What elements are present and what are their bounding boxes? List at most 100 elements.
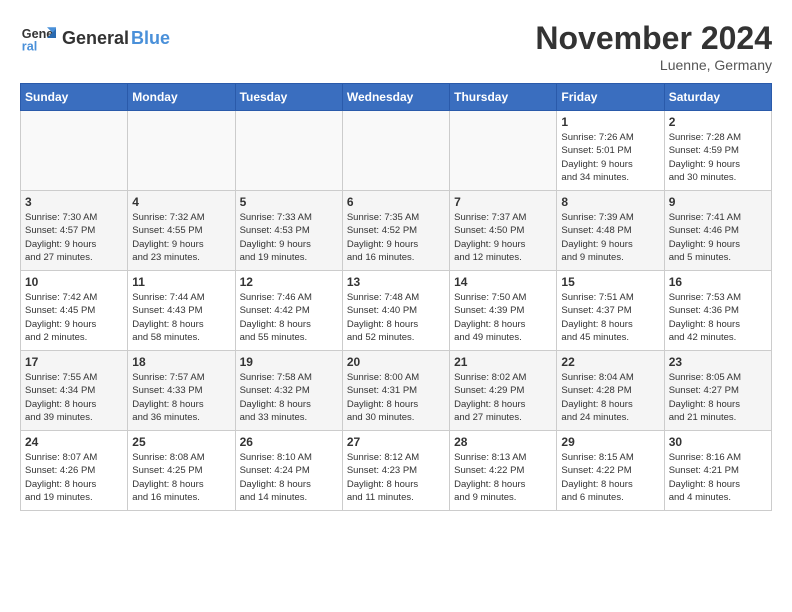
- day-info: Sunrise: 8:15 AM Sunset: 4:22 PM Dayligh…: [561, 451, 659, 504]
- calendar-week-row: 1 Sunrise: 7:26 AM Sunset: 5:01 PM Daylig…: [21, 111, 772, 191]
- calendar-day-cell: 4 Sunrise: 7:32 AM Sunset: 4:55 PM Daylig…: [128, 191, 235, 271]
- day-info: Sunrise: 7:48 AM Sunset: 4:40 PM Dayligh…: [347, 291, 445, 344]
- calendar-day-cell: 3Sunrise: 7:30 AM Sunset: 4:57 PM Daylig…: [21, 191, 128, 271]
- day-info: Sunrise: 8:00 AM Sunset: 4:31 PM Dayligh…: [347, 371, 445, 424]
- day-number: 12: [240, 275, 338, 289]
- day-number: 27: [347, 435, 445, 449]
- logo-icon: Gene ral: [20, 20, 56, 56]
- day-number: 23: [669, 355, 767, 369]
- day-number: 6: [347, 195, 445, 209]
- calendar-day-cell: 29 Sunrise: 8:15 AM Sunset: 4:22 PM Dayli…: [557, 431, 664, 511]
- day-info: Sunrise: 8:08 AM Sunset: 4:25 PM Dayligh…: [132, 451, 230, 504]
- title-block: November 2024 Luenne, Germany: [535, 20, 772, 73]
- day-number: 25: [132, 435, 230, 449]
- day-number: 11: [132, 275, 230, 289]
- calendar-header-cell: Thursday: [450, 84, 557, 111]
- calendar-day-cell: 23 Sunrise: 8:05 AM Sunset: 4:27 PM Dayli…: [664, 351, 771, 431]
- calendar-week-row: 17 Sunrise: 7:55 AM Sunset: 4:34 PM Dayli…: [21, 351, 772, 431]
- day-info: Sunrise: 7:58 AM Sunset: 4:32 PM Dayligh…: [240, 371, 338, 424]
- calendar-header-cell: Tuesday: [235, 84, 342, 111]
- day-number: 24: [25, 435, 123, 449]
- calendar-day-cell: 7Sunrise: 7:37 AM Sunset: 4:50 PM Daylig…: [450, 191, 557, 271]
- day-info: Sunrise: 7:26 AM Sunset: 5:01 PM Dayligh…: [561, 131, 659, 184]
- calendar-header-cell: Saturday: [664, 84, 771, 111]
- calendar-header-cell: Wednesday: [342, 84, 449, 111]
- day-number: 2: [669, 115, 767, 129]
- calendar-day-cell: 24 Sunrise: 8:07 AM Sunset: 4:26 PM Dayli…: [21, 431, 128, 511]
- day-number: 19: [240, 355, 338, 369]
- calendar-day-cell: 6 Sunrise: 7:35 AM Sunset: 4:52 PM Daylig…: [342, 191, 449, 271]
- month-title: November 2024: [535, 20, 772, 57]
- logo-text-general: General: [62, 28, 129, 49]
- calendar-day-cell: 18Sunrise: 7:57 AM Sunset: 4:33 PM Dayli…: [128, 351, 235, 431]
- day-info: Sunrise: 7:55 AM Sunset: 4:34 PM Dayligh…: [25, 371, 123, 424]
- day-number: 1: [561, 115, 659, 129]
- calendar-day-cell: 22Sunrise: 8:04 AM Sunset: 4:28 PM Dayli…: [557, 351, 664, 431]
- calendar-day-cell: 26 Sunrise: 8:10 AM Sunset: 4:24 PM Dayli…: [235, 431, 342, 511]
- day-number: 10: [25, 275, 123, 289]
- day-number: 15: [561, 275, 659, 289]
- day-info: Sunrise: 7:41 AM Sunset: 4:46 PM Dayligh…: [669, 211, 767, 264]
- day-info: Sunrise: 8:05 AM Sunset: 4:27 PM Dayligh…: [669, 371, 767, 424]
- calendar-day-cell: [21, 111, 128, 191]
- day-number: 21: [454, 355, 552, 369]
- day-info: Sunrise: 8:12 AM Sunset: 4:23 PM Dayligh…: [347, 451, 445, 504]
- day-info: Sunrise: 7:28 AM Sunset: 4:59 PM Dayligh…: [669, 131, 767, 184]
- day-number: 29: [561, 435, 659, 449]
- calendar-day-cell: 30Sunrise: 8:16 AM Sunset: 4:21 PM Dayli…: [664, 431, 771, 511]
- day-number: 17: [25, 355, 123, 369]
- day-info: Sunrise: 7:32 AM Sunset: 4:55 PM Dayligh…: [132, 211, 230, 264]
- day-info: Sunrise: 8:16 AM Sunset: 4:21 PM Dayligh…: [669, 451, 767, 504]
- calendar-day-cell: 28Sunrise: 8:13 AM Sunset: 4:22 PM Dayli…: [450, 431, 557, 511]
- day-info: Sunrise: 8:02 AM Sunset: 4:29 PM Dayligh…: [454, 371, 552, 424]
- calendar-day-cell: 8Sunrise: 7:39 AM Sunset: 4:48 PM Daylig…: [557, 191, 664, 271]
- calendar-header-row: SundayMondayTuesdayWednesdayThursdayFrid…: [21, 84, 772, 111]
- day-info: Sunrise: 7:33 AM Sunset: 4:53 PM Dayligh…: [240, 211, 338, 264]
- calendar-day-cell: [450, 111, 557, 191]
- calendar-day-cell: [235, 111, 342, 191]
- calendar-day-cell: 21 Sunrise: 8:02 AM Sunset: 4:29 PM Dayli…: [450, 351, 557, 431]
- day-number: 9: [669, 195, 767, 209]
- day-info: Sunrise: 7:30 AM Sunset: 4:57 PM Dayligh…: [25, 211, 123, 264]
- calendar-week-row: 3Sunrise: 7:30 AM Sunset: 4:57 PM Daylig…: [21, 191, 772, 271]
- day-info: Sunrise: 7:46 AM Sunset: 4:42 PM Dayligh…: [240, 291, 338, 344]
- day-number: 26: [240, 435, 338, 449]
- day-info: Sunrise: 7:57 AM Sunset: 4:33 PM Dayligh…: [132, 371, 230, 424]
- day-info: Sunrise: 8:13 AM Sunset: 4:22 PM Dayligh…: [454, 451, 552, 504]
- calendar-day-cell: 25 Sunrise: 8:08 AM Sunset: 4:25 PM Dayli…: [128, 431, 235, 511]
- calendar-day-cell: 12 Sunrise: 7:46 AM Sunset: 4:42 PM Dayli…: [235, 271, 342, 351]
- day-info: Sunrise: 7:39 AM Sunset: 4:48 PM Dayligh…: [561, 211, 659, 264]
- calendar-day-cell: 9 Sunrise: 7:41 AM Sunset: 4:46 PM Daylig…: [664, 191, 771, 271]
- day-info: Sunrise: 8:07 AM Sunset: 4:26 PM Dayligh…: [25, 451, 123, 504]
- day-number: 22: [561, 355, 659, 369]
- calendar-day-cell: 16Sunrise: 7:53 AM Sunset: 4:36 PM Dayli…: [664, 271, 771, 351]
- day-number: 14: [454, 275, 552, 289]
- day-number: 5: [240, 195, 338, 209]
- calendar-header-cell: Monday: [128, 84, 235, 111]
- day-info: Sunrise: 7:53 AM Sunset: 4:36 PM Dayligh…: [669, 291, 767, 344]
- location: Luenne, Germany: [535, 57, 772, 73]
- calendar-day-cell: [128, 111, 235, 191]
- calendar-header-cell: Friday: [557, 84, 664, 111]
- day-info: Sunrise: 7:50 AM Sunset: 4:39 PM Dayligh…: [454, 291, 552, 344]
- day-info: Sunrise: 7:37 AM Sunset: 4:50 PM Dayligh…: [454, 211, 552, 264]
- page-header: Gene ral General Blue November 2024 Luen…: [20, 20, 772, 73]
- day-info: Sunrise: 7:35 AM Sunset: 4:52 PM Dayligh…: [347, 211, 445, 264]
- calendar-day-cell: 27 Sunrise: 8:12 AM Sunset: 4:23 PM Dayli…: [342, 431, 449, 511]
- calendar-header-cell: Sunday: [21, 84, 128, 111]
- calendar-day-cell: 13Sunrise: 7:48 AM Sunset: 4:40 PM Dayli…: [342, 271, 449, 351]
- calendar-week-row: 10 Sunrise: 7:42 AM Sunset: 4:45 PM Dayli…: [21, 271, 772, 351]
- day-info: Sunrise: 7:42 AM Sunset: 4:45 PM Dayligh…: [25, 291, 123, 344]
- calendar-day-cell: 14 Sunrise: 7:50 AM Sunset: 4:39 PM Dayli…: [450, 271, 557, 351]
- day-number: 4: [132, 195, 230, 209]
- logo-text-blue: Blue: [131, 28, 170, 49]
- day-info: Sunrise: 7:51 AM Sunset: 4:37 PM Dayligh…: [561, 291, 659, 344]
- calendar-day-cell: [342, 111, 449, 191]
- calendar-week-row: 24 Sunrise: 8:07 AM Sunset: 4:26 PM Dayli…: [21, 431, 772, 511]
- calendar-day-cell: 5 Sunrise: 7:33 AM Sunset: 4:53 PM Daylig…: [235, 191, 342, 271]
- day-info: Sunrise: 8:10 AM Sunset: 4:24 PM Dayligh…: [240, 451, 338, 504]
- calendar-day-cell: 2 Sunrise: 7:28 AM Sunset: 4:59 PM Daylig…: [664, 111, 771, 191]
- svg-text:ral: ral: [22, 40, 37, 54]
- calendar-day-cell: 1 Sunrise: 7:26 AM Sunset: 5:01 PM Daylig…: [557, 111, 664, 191]
- day-number: 20: [347, 355, 445, 369]
